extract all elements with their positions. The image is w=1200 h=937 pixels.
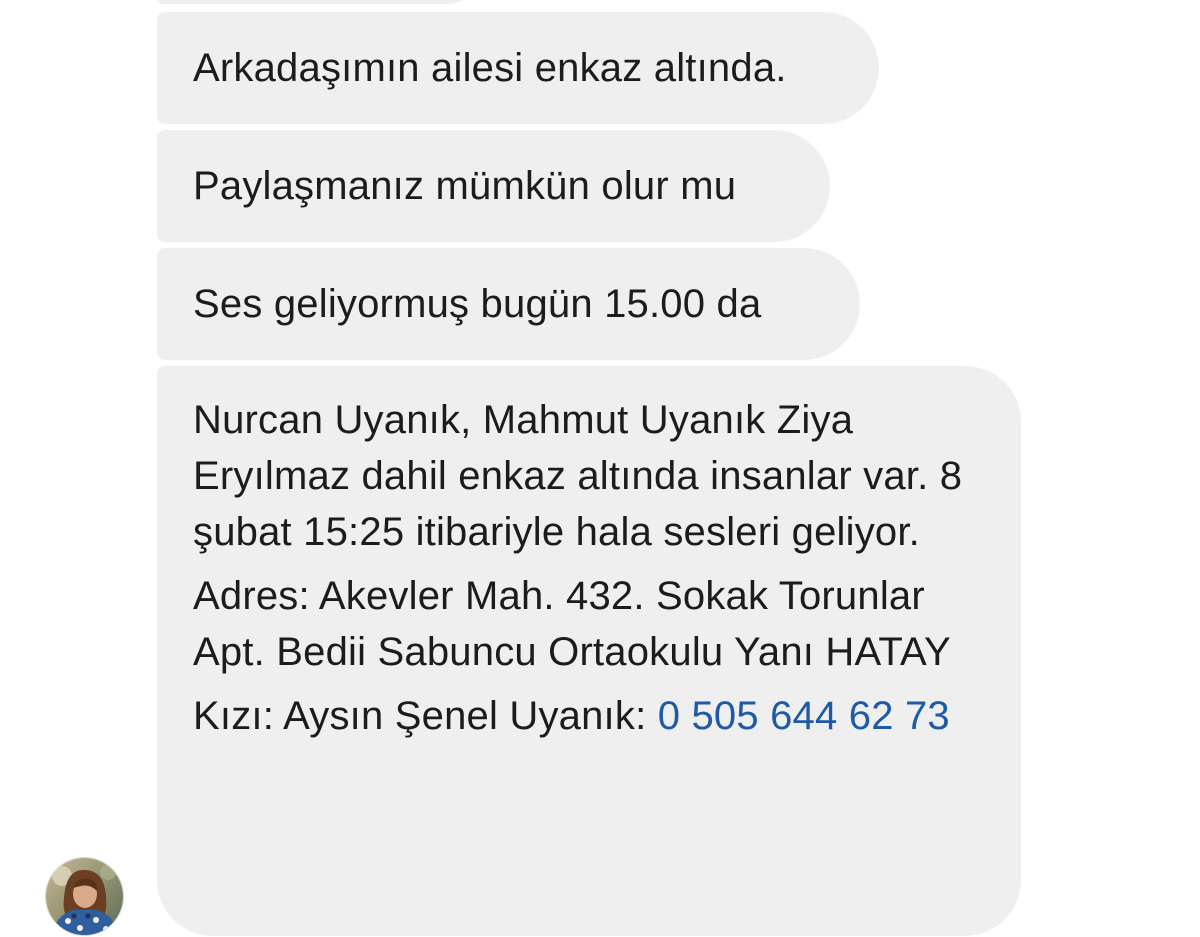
message-bubble[interactable]: Arkadaşımın ailesi enkaz altında.: [157, 12, 879, 124]
phone-number-link[interactable]: 0 505 644 62 73: [658, 694, 950, 738]
previous-message-bubble[interactable]: [157, 0, 487, 4]
profile-photo-icon: [46, 858, 123, 935]
message-thread: Arkadaşımın ailesi enkaz altında. Paylaş…: [0, 0, 1200, 937]
message-bubble[interactable]: Paylaşmanız mümkün olur mu: [157, 130, 830, 242]
contact-label: Kızı: Aysın Şenel Uyanık:: [193, 694, 658, 738]
message-paragraph-address: Adres: Akevler Mah. 432. Sokak Torunlar …: [193, 574, 951, 674]
message-bubble-long[interactable]: Nurcan Uyanık, Mahmut Uyanık Ziya Eryılm…: [157, 366, 1021, 936]
message-text: Paylaşmanız mümkün olur mu: [193, 164, 737, 208]
message-bubble[interactable]: Ses geliyormuş bugün 15.00 da: [157, 248, 860, 360]
message-paragraph-names: Nurcan Uyanık, Mahmut Uyanık Ziya Eryılm…: [193, 398, 963, 554]
sender-avatar[interactable]: [46, 858, 123, 935]
message-text: Arkadaşımın ailesi enkaz altında.: [193, 46, 787, 90]
message-text: Ses geliyormuş bugün 15.00 da: [193, 282, 762, 326]
message-paragraph-contact: Kızı: Aysın Şenel Uyanık: 0 505 644 62 7…: [193, 688, 981, 744]
